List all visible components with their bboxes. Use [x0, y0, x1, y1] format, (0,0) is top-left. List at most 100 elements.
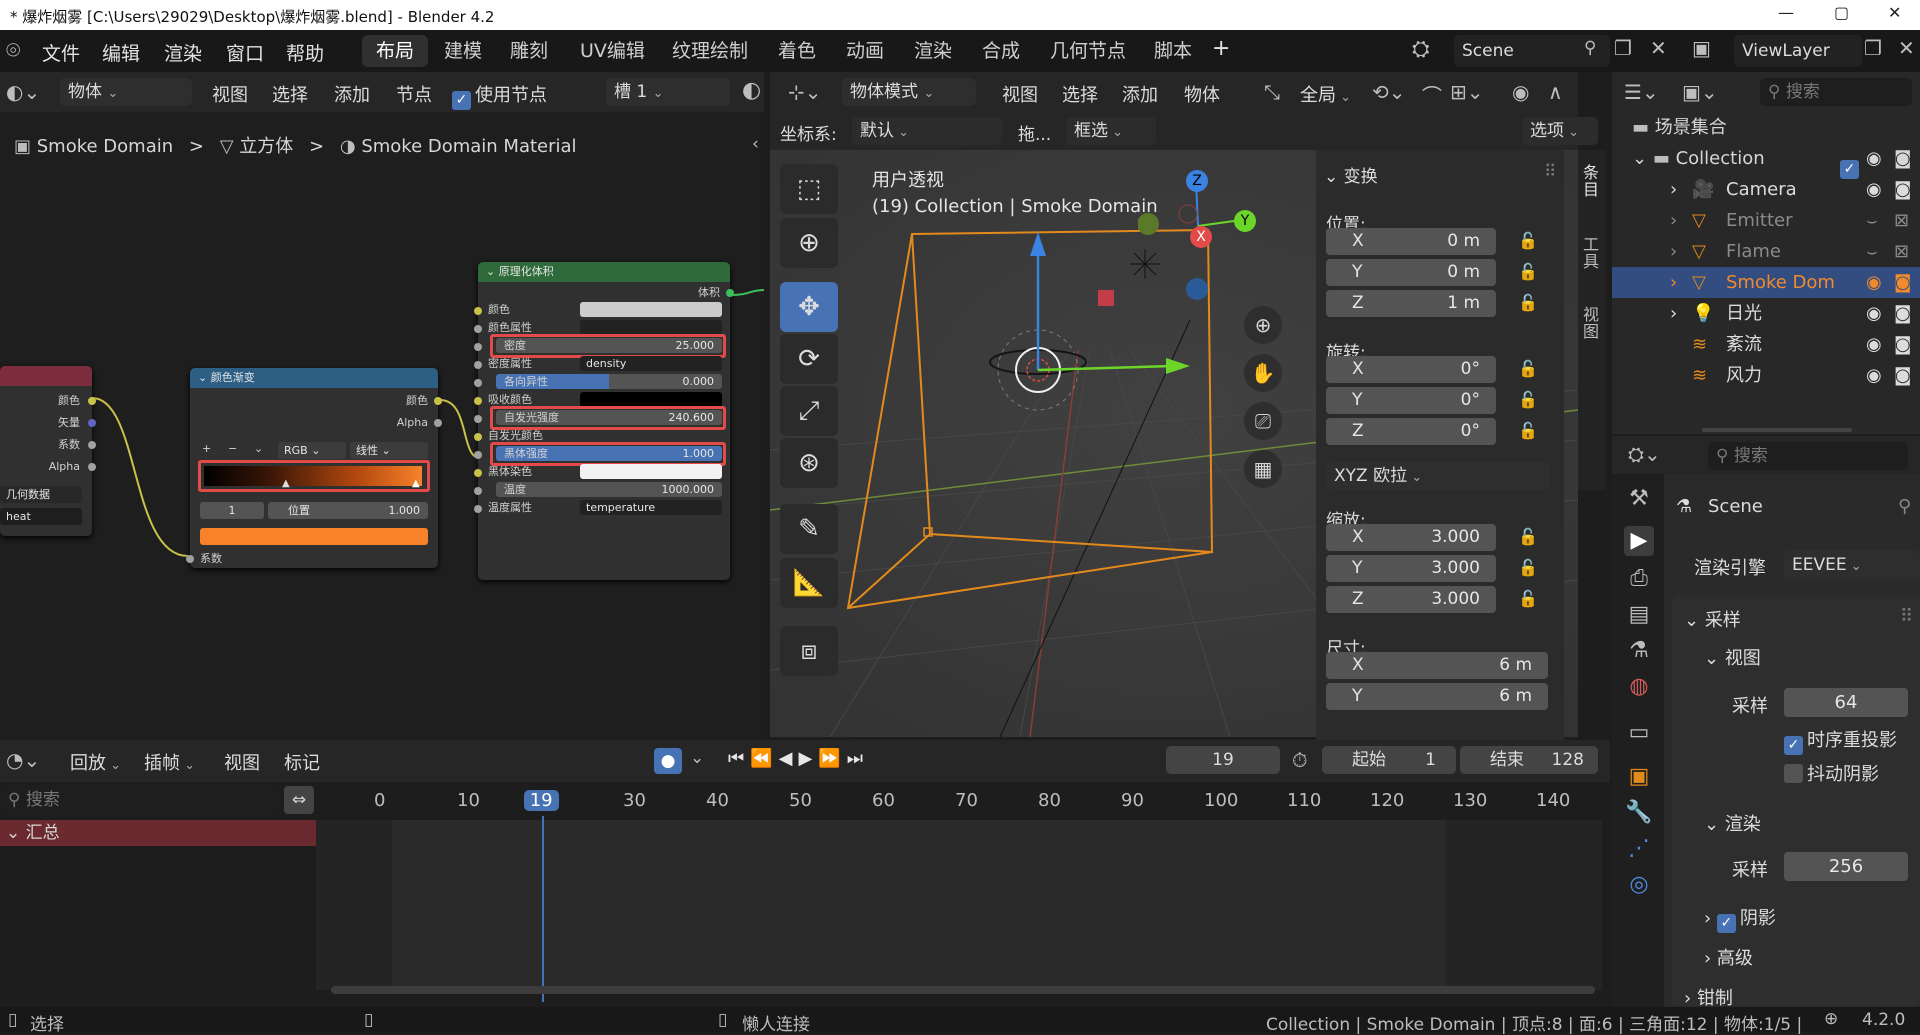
- location-x-field[interactable]: X 0 m: [1326, 228, 1496, 255]
- tab-compositing[interactable]: 合成: [968, 35, 1034, 67]
- tool-tab-icon[interactable]: ⚒: [1624, 484, 1654, 514]
- modifier-tab-icon[interactable]: 🔧: [1624, 798, 1654, 828]
- stop-index-field[interactable]: 1: [200, 502, 264, 519]
- lock-icon[interactable]: 🔓: [1518, 421, 1538, 440]
- expand-arrow-icon[interactable]: ›: [1670, 236, 1677, 267]
- outliner-item[interactable]: ≋ 风力 ◉ ◙: [1612, 360, 1920, 391]
- menu-window[interactable]: 窗口: [226, 39, 264, 66]
- editor-type-icon[interactable]: ⛭⌄: [1628, 442, 1661, 466]
- render-camera-icon[interactable]: ◙: [1894, 267, 1911, 298]
- render-camera-icon[interactable]: ◙: [1894, 174, 1911, 205]
- physics-tab-icon[interactable]: ◎: [1624, 870, 1654, 900]
- object-tab-icon[interactable]: ▣: [1624, 762, 1654, 792]
- lock-icon[interactable]: 🔓: [1518, 390, 1538, 409]
- drag-option[interactable]: 拖...: [1018, 120, 1051, 145]
- menu-edit[interactable]: 编辑: [102, 39, 140, 66]
- outliner-item[interactable]: › ▽ Smoke Dom ◉ ◙: [1612, 267, 1920, 298]
- lock-icon[interactable]: 🔓: [1518, 558, 1538, 577]
- lock-icon[interactable]: 🔓: [1518, 589, 1538, 608]
- display-mode-icon[interactable]: ☰⌄: [1624, 80, 1659, 104]
- rotation-z-field[interactable]: Z 0°: [1326, 418, 1496, 445]
- socket[interactable]: [88, 397, 96, 405]
- shadows-subpanel-header[interactable]: › ✓ 阴影: [1704, 904, 1776, 933]
- sampling-header[interactable]: ⌄ 采样: [1684, 606, 1741, 632]
- add-workspace-button[interactable]: +: [1212, 36, 1230, 61]
- render-camera-icon[interactable]: ◙: [1894, 360, 1911, 391]
- socket[interactable]: [434, 419, 442, 427]
- drag-handle-icon[interactable]: ⠿: [1544, 162, 1556, 182]
- temporal-reprojection-checkbox[interactable]: ✓ 时序重投影: [1784, 726, 1897, 755]
- keying-menu[interactable]: 插帧: [144, 749, 195, 775]
- falloff-icon[interactable]: ∧: [1548, 80, 1563, 104]
- socket[interactable]: [474, 415, 482, 423]
- viewport-samples-field[interactable]: 64: [1784, 688, 1908, 717]
- menu-object[interactable]: 物体: [1184, 81, 1220, 107]
- camera-view-icon[interactable]: ⎚: [1244, 402, 1282, 440]
- view-layer-selector[interactable]: ViewLayer: [1734, 35, 1862, 67]
- rotation-y-field[interactable]: Y 0°: [1326, 387, 1496, 414]
- visibility-eye-icon[interactable]: ◉: [1866, 174, 1882, 205]
- socket[interactable]: [474, 397, 482, 405]
- view-layer-icon[interactable]: ▣: [1692, 36, 1711, 60]
- visibility-eye-icon[interactable]: ◉: [1866, 360, 1882, 391]
- expand-arrow-icon[interactable]: ⌄: [6, 823, 20, 843]
- pivot-point-icon[interactable]: ⟲⌄: [1372, 80, 1406, 104]
- perspective-toggle-icon[interactable]: ▦: [1244, 450, 1282, 488]
- location-y-field[interactable]: Y 0 m: [1326, 259, 1496, 286]
- gizmo-x-icon[interactable]: X: [1190, 226, 1212, 248]
- visibility-eye-icon[interactable]: ⌣: [1866, 205, 1878, 236]
- lock-icon[interactable]: 🔓: [1518, 527, 1538, 546]
- scene-collection-row[interactable]: ▬ 场景集合: [1612, 112, 1920, 143]
- socket[interactable]: [474, 505, 482, 513]
- add-stop-button[interactable]: +: [202, 438, 211, 460]
- stop-color-swatch[interactable]: [200, 528, 428, 545]
- minimize-button[interactable]: —: [1778, 3, 1794, 22]
- scale-y-field[interactable]: Y 3.000: [1326, 555, 1496, 582]
- menu-add[interactable]: 添加: [1122, 81, 1158, 107]
- scene-tab-icon[interactable]: ⚗: [1624, 636, 1654, 666]
- tab-animation[interactable]: 动画: [832, 35, 898, 67]
- tab-layout[interactable]: 布局: [362, 35, 429, 67]
- outliner-item[interactable]: › ▽ Emitter ⌣ ⊠: [1612, 205, 1920, 236]
- select-mode-dropdown[interactable]: 框选: [1066, 117, 1156, 145]
- tab-uv-editing[interactable]: UV编辑: [566, 35, 659, 67]
- playhead-line[interactable]: [541, 816, 544, 1002]
- expand-arrow-icon[interactable]: ›: [1670, 298, 1677, 329]
- snap-icon[interactable]: ⌒: [1422, 80, 1442, 109]
- editor-type-icon[interactable]: ⊹⌄: [788, 80, 822, 104]
- socket[interactable]: [88, 441, 96, 449]
- pan-hand-icon[interactable]: ✋: [1244, 354, 1282, 392]
- options-dropdown[interactable]: 选项: [1522, 117, 1598, 145]
- volume-input-field[interactable]: [580, 320, 722, 335]
- expand-arrow-icon[interactable]: ›: [1670, 174, 1677, 205]
- swap-icon[interactable]: ⇔: [284, 786, 314, 814]
- attribute-name-field[interactable]: heat: [0, 508, 82, 525]
- socket[interactable]: [88, 463, 96, 471]
- lock-icon[interactable]: 🔓: [1518, 293, 1538, 312]
- socket[interactable]: [474, 379, 482, 387]
- gizmo-z-icon[interactable]: Z: [1186, 170, 1208, 192]
- visibility-eye-icon[interactable]: ◉: [1866, 329, 1882, 360]
- scale-z-field[interactable]: Z 3.000: [1326, 586, 1496, 613]
- transform-orientation-icon[interactable]: ⤡: [1264, 80, 1280, 104]
- tab-sculpting[interactable]: 雕刻: [496, 35, 562, 67]
- socket[interactable]: [434, 397, 442, 405]
- location-z-field[interactable]: Z 1 m: [1326, 290, 1496, 317]
- render-camera-icon[interactable]: ⊠: [1894, 236, 1909, 267]
- volume-input-field[interactable]: 1000.000: [496, 482, 722, 497]
- scale-tool[interactable]: ⤢: [780, 386, 838, 436]
- visibility-eye-icon[interactable]: ◉: [1866, 143, 1882, 174]
- tab-rendering[interactable]: 渲染: [900, 35, 966, 67]
- object-mode-dropdown[interactable]: 物体模式: [842, 78, 976, 106]
- pin-icon[interactable]: ⚲: [1898, 496, 1911, 517]
- menu-view[interactable]: 视图: [1002, 81, 1038, 107]
- render-tab-icon[interactable]: ▶: [1624, 526, 1654, 556]
- world-tab-icon[interactable]: ◍: [1624, 672, 1654, 702]
- render-camera-icon[interactable]: ⊠: [1894, 205, 1909, 236]
- start-frame-field[interactable]: 起始 1: [1322, 746, 1456, 774]
- tab-scripting[interactable]: 脚本: [1140, 35, 1206, 67]
- scale-x-field[interactable]: X 3.000: [1326, 524, 1496, 551]
- volume-input-field[interactable]: [580, 464, 722, 479]
- socket[interactable]: [474, 307, 482, 315]
- interpolation-dropdown[interactable]: 线性 ⌄: [350, 442, 428, 459]
